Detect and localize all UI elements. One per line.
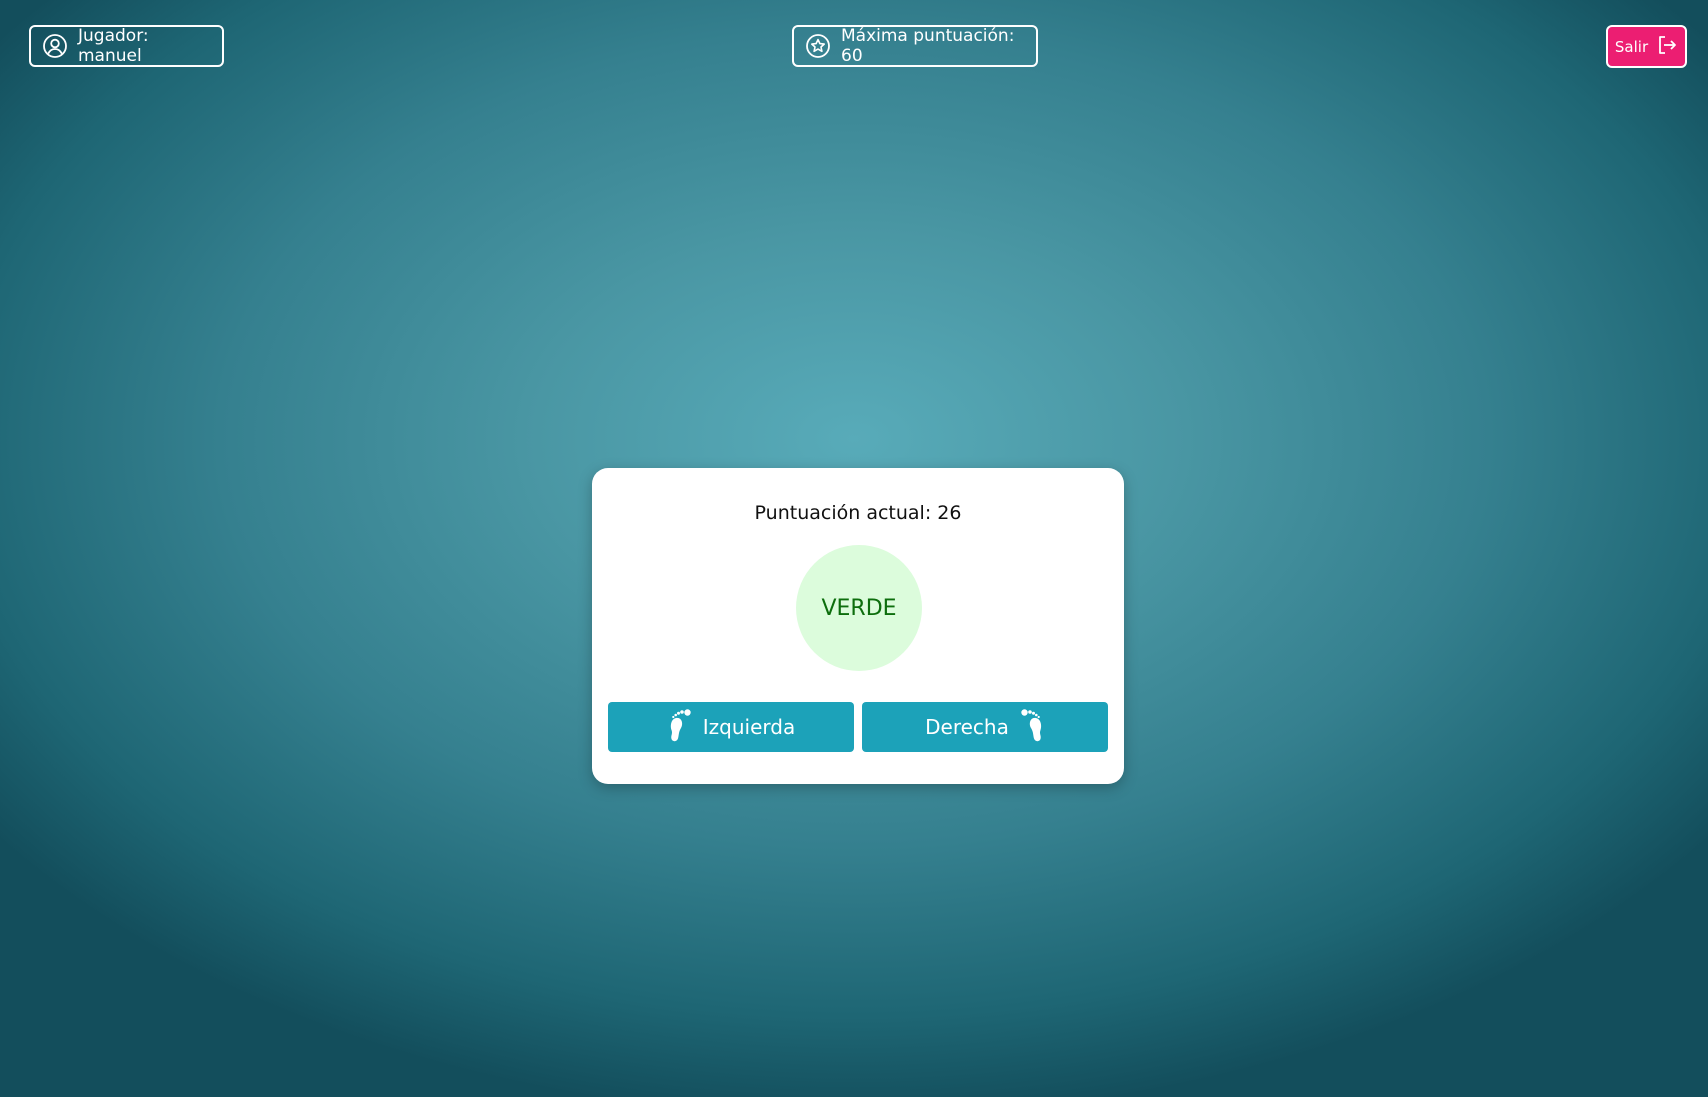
right-button-label: Derecha: [925, 715, 1009, 739]
left-foot-icon: [667, 708, 693, 747]
left-button-label: Izquierda: [702, 715, 796, 739]
color-word: VERDE: [821, 595, 897, 621]
current-score: Puntuación actual: 26: [754, 502, 962, 524]
left-button[interactable]: Izquierda: [608, 702, 854, 752]
best-score-label: Máxima puntuación: 60: [841, 26, 1015, 66]
right-button[interactable]: Derecha: [862, 702, 1108, 752]
right-foot-icon: [1019, 708, 1045, 747]
user-circle-icon: [42, 33, 68, 59]
exit-button[interactable]: Salir: [1606, 25, 1687, 68]
game-card: Puntuación actual: 26 VERDE Izquierda De…: [592, 468, 1124, 784]
logout-icon: [1656, 34, 1678, 60]
player-label: Jugador: manuel: [78, 26, 149, 66]
player-chip: Jugador: manuel: [29, 25, 224, 67]
color-word-circle: VERDE: [796, 545, 922, 671]
best-score-chip: Máxima puntuación: 60: [792, 25, 1038, 67]
star-circle-icon: [805, 33, 831, 59]
exit-label: Salir: [1614, 37, 1649, 56]
